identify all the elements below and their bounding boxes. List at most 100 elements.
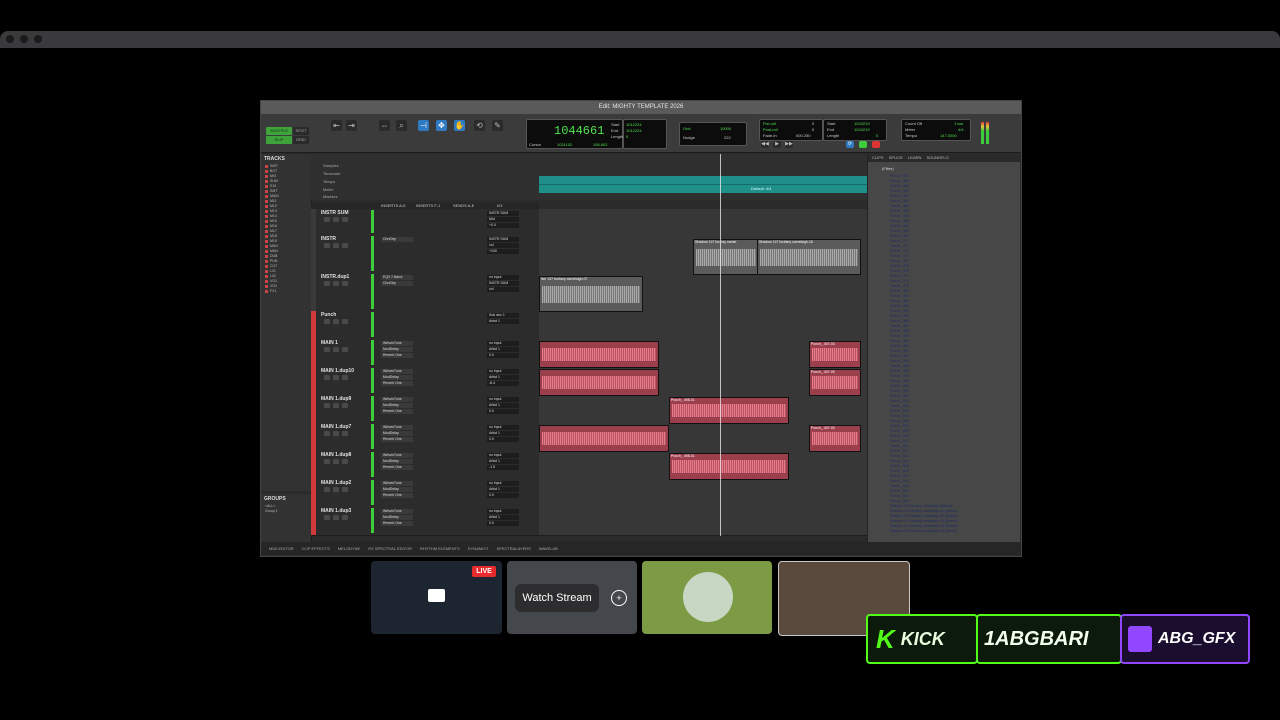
zoom-tool-icon[interactable]: ⇔	[379, 120, 390, 131]
io-selector[interactable]: -1.5	[487, 465, 519, 470]
track-row[interactable]: MAIN 1.dup3 WAvesTune ModDelay Reverb One no…	[311, 507, 867, 536]
insert-slot[interactable]: WAvesTune	[381, 425, 413, 430]
clip-shadow-1[interactable]: Shadow 147 bruhsy camel	[693, 239, 759, 275]
add-stream-icon[interactable]: +	[611, 590, 627, 606]
loop-icon[interactable]: ⟳	[846, 141, 854, 148]
tracks-list-item[interactable]: MIX	[265, 174, 303, 178]
clip-list-item[interactable]: Punch_.503	[890, 404, 909, 408]
solo-button[interactable]	[333, 281, 339, 286]
track-name[interactable]: MAIN 1.dup9	[321, 396, 351, 402]
solo-button[interactable]	[333, 243, 339, 248]
clip-list-item[interactable]: Punch_.457	[890, 174, 909, 178]
record-arm-button[interactable]	[324, 487, 330, 492]
io-selector[interactable]: Artist 1	[487, 319, 519, 324]
clip-list-item[interactable]: Punch_.470	[890, 239, 909, 243]
io-selector[interactable]: Artist 1	[487, 431, 519, 436]
clip-list-item[interactable]: Punch_.495	[890, 364, 909, 368]
thumb-avatar[interactable]	[642, 561, 772, 634]
clip-list-item[interactable]: Punch_.497	[890, 374, 909, 378]
clip-shadow-2[interactable]: Shadow 147 brufany camelsigh-16	[757, 239, 861, 275]
selection-counter[interactable]: 1012224 1012224 0	[623, 119, 667, 149]
record-arm-button[interactable]	[324, 347, 330, 352]
solo-button[interactable]	[333, 515, 339, 520]
pencil-tool-icon[interactable]: ✎	[492, 120, 503, 131]
clip-punch-b[interactable]: Punch_.407-05	[809, 369, 861, 396]
mute-button[interactable]	[342, 515, 348, 520]
io-selector[interactable]: 0.0	[487, 521, 519, 526]
solo-button[interactable]	[333, 217, 339, 222]
magnify-icon[interactable]: ⌕	[396, 120, 407, 131]
clip-list-item[interactable]: Shadow 147 brufany camelsigh-04 (Stereo)	[890, 524, 958, 528]
clip-list-item[interactable]: Punch_.474	[890, 259, 909, 263]
clip-list-item[interactable]: Punch_.467	[890, 224, 909, 228]
insert-slot[interactable]: WAvesTune	[381, 509, 413, 514]
tab-learn[interactable]: LEARN	[908, 155, 921, 160]
solo-button[interactable]	[333, 319, 339, 324]
shuffle-mode-button[interactable]: SHUFFLE	[266, 127, 292, 135]
clip-list-item[interactable]: Punch_.489	[890, 334, 909, 338]
clip-list-item[interactable]: Punch_.482	[890, 299, 909, 303]
io-selector[interactable]: Artist 1	[487, 487, 519, 492]
tracks-list-item[interactable]: S10	[265, 184, 303, 188]
record-arm-button[interactable]	[324, 459, 330, 464]
io-selector[interactable]: no input	[487, 509, 519, 514]
tracks-list-item[interactable]: MAN	[265, 249, 303, 253]
solo-button[interactable]	[333, 375, 339, 380]
group-item-all[interactable]: <ALL>	[265, 504, 303, 508]
insert-slot[interactable]: WAvesTune	[381, 369, 413, 374]
play-green-icon[interactable]	[859, 141, 867, 148]
play-icon[interactable]: ▶	[773, 141, 781, 148]
track-name[interactable]: MAIN 1.dup2	[321, 480, 351, 486]
mute-button[interactable]	[342, 347, 348, 352]
zoom-out-icon[interactable]: ⇤	[331, 120, 342, 131]
io-selector[interactable]: no input	[487, 425, 519, 430]
mute-button[interactable]	[342, 403, 348, 408]
tracks-list-item[interactable]: M11	[265, 199, 303, 203]
clip-list-item[interactable]: Punch_.518	[890, 479, 909, 483]
io-selector[interactable]: Artist 1	[487, 375, 519, 380]
bottom-tab[interactable]: RX SPECTRAL EDITOR	[368, 546, 412, 551]
track-playlist[interactable]	[539, 209, 867, 235]
clip-list-item[interactable]: Punch_.517	[890, 474, 909, 478]
clip-list-item[interactable]: Punch_.504	[890, 409, 909, 413]
clip-list-item[interactable]: Punch_.513	[890, 454, 909, 458]
scrubber-tool-icon[interactable]: ⟲	[474, 120, 485, 131]
clip-list-item[interactable]: Punch_.460	[890, 189, 909, 193]
clip-list-item[interactable]: Punch_.487	[890, 324, 909, 328]
preroll-box[interactable]: Pre-roll 0 Post-roll 0 Fade-in 000.250	[759, 119, 823, 141]
tab-soundflo[interactable]: SOUNDFLO	[927, 155, 949, 160]
io-selector[interactable]: +100	[487, 249, 519, 254]
markers-lane[interactable]	[539, 176, 867, 184]
clip-list-item[interactable]: Punch_.521	[890, 494, 909, 498]
clip-list-item[interactable]: Punch_.506	[890, 419, 909, 423]
record-arm-button[interactable]	[324, 515, 330, 520]
io-selector[interactable]: +0.0	[487, 223, 519, 228]
record-arm-button[interactable]	[324, 281, 330, 286]
tracks-list-item[interactable]: L02	[265, 274, 303, 278]
record-icon[interactable]	[872, 141, 880, 148]
clip-list-item[interactable]: Punch_.465	[890, 214, 909, 218]
io-selector[interactable]: Artist 1	[487, 403, 519, 408]
tracks-list-item[interactable]: INST	[265, 164, 303, 168]
io-selector[interactable]: 0.0	[487, 353, 519, 358]
clip-list-item[interactable]: Punch_.496	[890, 369, 909, 373]
io-selector[interactable]: vol	[487, 243, 519, 248]
bottom-tab[interactable]: MELODYNE	[338, 546, 360, 551]
solo-button[interactable]	[333, 347, 339, 352]
clip-punch-d[interactable]: Punch_.407-03	[809, 425, 861, 452]
clip-list-item[interactable]: Punch_.501	[890, 394, 909, 398]
io-selector[interactable]: Sub dec 1	[487, 313, 519, 318]
insert-slot[interactable]: Reverb One	[381, 353, 413, 358]
mute-button[interactable]	[342, 375, 348, 380]
io-selector[interactable]: no input	[487, 481, 519, 486]
clips-filter[interactable]: (Filter)	[882, 166, 894, 171]
io-selector[interactable]: vol	[487, 287, 519, 292]
track-name[interactable]: MAIN 1.dup8	[321, 452, 351, 458]
mute-button[interactable]	[342, 243, 348, 248]
clip-main1-b[interactable]	[539, 369, 659, 396]
clip-list-item[interactable]: Punch_.471	[890, 244, 909, 248]
solo-button[interactable]	[333, 403, 339, 408]
track-row[interactable]: INSTR SUM INSTR SUM Mid +0.0	[311, 209, 867, 236]
clip-list-item[interactable]: Punch_.507	[890, 424, 909, 428]
bottom-tab[interactable]: DYNAMIXT	[468, 546, 489, 551]
